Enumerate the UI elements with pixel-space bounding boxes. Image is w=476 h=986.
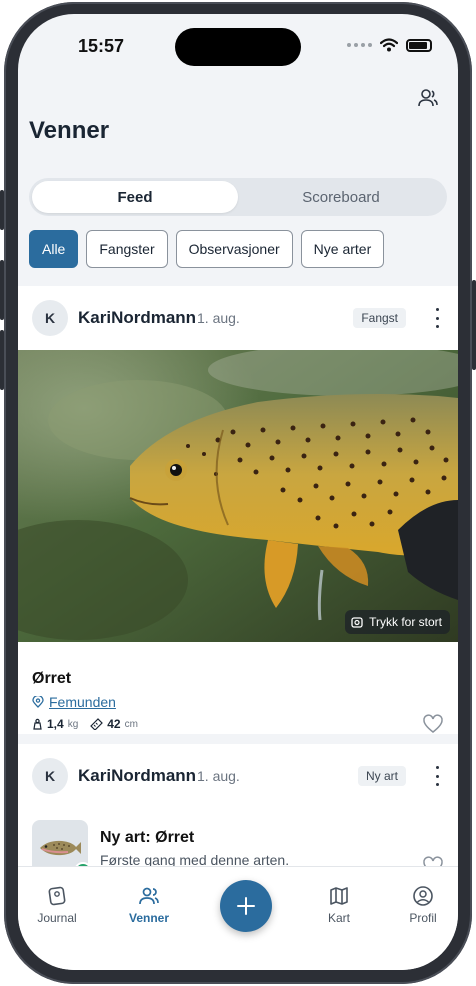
tab-profile-label: Profil bbox=[409, 911, 437, 925]
filter-all[interactable]: Alle bbox=[29, 230, 79, 268]
filter-catches[interactable]: Fangster bbox=[86, 230, 168, 268]
weight-stat: 1,4 kg bbox=[32, 717, 78, 731]
length-value: 42 bbox=[107, 717, 121, 731]
mute-switch bbox=[0, 190, 4, 230]
feed-card-new-species: K KariNordmann 1. aug. Ny art Ny art: Ør… bbox=[18, 744, 458, 884]
catch-photo[interactable]: Trykk for stort bbox=[18, 350, 458, 642]
trout-photo-image bbox=[18, 350, 458, 642]
feed-scoreboard-switch: Feed Scoreboard bbox=[29, 178, 447, 216]
journal-icon bbox=[48, 886, 66, 906]
post-date: 1. aug. bbox=[197, 768, 240, 784]
status-time: 15:57 bbox=[78, 36, 125, 56]
weight-value: 1,4 bbox=[47, 717, 64, 731]
volume-down-button bbox=[0, 330, 4, 390]
weight-unit: kg bbox=[67, 718, 79, 730]
tab-map[interactable]: Kart bbox=[304, 885, 374, 925]
like-heart-icon[interactable] bbox=[422, 714, 444, 734]
power-button bbox=[472, 280, 476, 370]
enlarge-photo-button[interactable]: Trykk for stort bbox=[345, 610, 450, 634]
avatar[interactable]: K bbox=[32, 300, 68, 336]
new-species-title: Ny art: Ørret bbox=[100, 829, 195, 846]
tab-friends[interactable]: Venner bbox=[114, 885, 184, 925]
tab-journal-label: Journal bbox=[37, 911, 77, 925]
location-link[interactable]: Femunden bbox=[32, 694, 116, 710]
catch-stats: 1,4 kg 42 cm bbox=[32, 717, 138, 731]
friends-settings-icon[interactable] bbox=[416, 86, 440, 110]
more-options-icon[interactable] bbox=[434, 308, 440, 328]
filter-chips: Alle Fangster Observasjoner Nye arter bbox=[29, 230, 385, 268]
feed-card-catch: K KariNordmann 1. aug. Fangst Trykk for … bbox=[18, 286, 458, 734]
dynamic-island bbox=[175, 28, 301, 66]
username[interactable]: KariNordmann bbox=[78, 766, 196, 786]
species-name: Ørret bbox=[32, 670, 72, 687]
filter-new-species[interactable]: Nye arter bbox=[300, 230, 385, 268]
ruler-icon bbox=[90, 718, 104, 730]
tab-profile[interactable]: Profil bbox=[388, 885, 458, 925]
post-date: 1. aug. bbox=[197, 310, 240, 326]
status-icons bbox=[347, 38, 432, 52]
friends-icon bbox=[139, 887, 159, 905]
signal-icon bbox=[347, 43, 372, 47]
tab-map-label: Kart bbox=[327, 911, 350, 925]
length-stat: 42 cm bbox=[90, 717, 138, 731]
filter-observations[interactable]: Observasjoner bbox=[175, 230, 293, 268]
post-type-badge: Fangst bbox=[353, 308, 406, 328]
length-unit: cm bbox=[124, 718, 138, 730]
add-new-button[interactable] bbox=[220, 880, 272, 932]
trout-illustration-icon bbox=[40, 840, 81, 856]
card-header: K KariNordmann 1. aug. Ny art bbox=[18, 744, 458, 808]
weight-icon bbox=[33, 718, 42, 730]
tab-scoreboard[interactable]: Scoreboard bbox=[238, 181, 444, 213]
profile-icon bbox=[413, 886, 433, 906]
zoom-photo-icon bbox=[351, 616, 363, 628]
tab-feed[interactable]: Feed bbox=[32, 181, 238, 213]
location-pin-icon bbox=[32, 696, 44, 708]
username[interactable]: KariNordmann bbox=[78, 308, 196, 328]
wifi-icon bbox=[380, 38, 398, 52]
tab-journal[interactable]: Journal bbox=[22, 885, 92, 925]
page-title: Venner bbox=[29, 117, 110, 144]
more-options-icon[interactable] bbox=[434, 766, 440, 786]
location-name: Femunden bbox=[49, 694, 116, 710]
card-header: K KariNordmann 1. aug. Fangst bbox=[18, 286, 458, 350]
app-screen: 15:57 Venner Feed Scoreboard Alle Fangst… bbox=[18, 14, 458, 970]
volume-up-button bbox=[0, 260, 4, 320]
avatar[interactable]: K bbox=[32, 758, 68, 794]
plus-icon bbox=[237, 897, 255, 915]
enlarge-photo-label: Trykk for stort bbox=[369, 615, 442, 629]
battery-icon bbox=[406, 38, 432, 52]
tab-friends-label: Venner bbox=[128, 911, 170, 925]
post-type-badge: Ny art bbox=[357, 766, 406, 786]
map-icon bbox=[330, 887, 348, 905]
